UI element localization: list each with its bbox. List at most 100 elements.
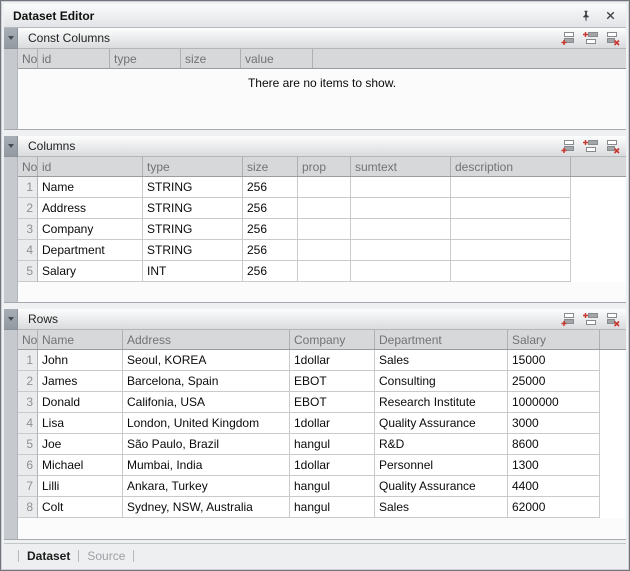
grid-cell[interactable]: EBOT [290,392,375,413]
grid-cell[interactable]: 256 [243,261,298,282]
grid-cell[interactable]: R&D [375,434,508,455]
row-number-cell[interactable]: 2 [18,198,38,219]
tab-separator [78,550,79,562]
insert-row-button[interactable] [582,31,599,46]
grid-cell[interactable]: Consulting [375,371,508,392]
row-number-cell[interactable]: 7 [18,476,38,497]
grid-cell[interactable] [451,261,571,282]
grid-cell[interactable] [298,177,351,198]
grid-cell[interactable]: Mumbai, India [123,455,290,476]
grid-cell[interactable]: 15000 [508,350,600,371]
grid-cell[interactable]: Michael [38,455,123,476]
grid-cell[interactable]: 256 [243,240,298,261]
pin-icon[interactable] [578,8,594,24]
row-number-cell[interactable]: 4 [18,240,38,261]
grid-cell[interactable] [298,198,351,219]
grid-cell[interactable]: Lilli [38,476,123,497]
grid-cell[interactable]: STRING [143,198,243,219]
delete-row-button[interactable] [604,312,621,327]
grid-cell[interactable] [451,219,571,240]
row-number-cell[interactable]: 1 [18,177,38,198]
delete-row-button[interactable] [604,139,621,154]
grid-cell[interactable]: James [38,371,123,392]
grid-cell[interactable]: INT [143,261,243,282]
add-row-button[interactable] [560,312,577,327]
row-number-cell[interactable]: 2 [18,371,38,392]
grid-cell[interactable] [298,261,351,282]
grid-cell[interactable]: STRING [143,219,243,240]
grid-cell[interactable]: Quality Assurance [375,413,508,434]
grid-cell[interactable]: Sales [375,350,508,371]
grid-cell[interactable]: Ankara, Turkey [123,476,290,497]
grid-cell[interactable]: London, United Kingdom [123,413,290,434]
grid-cell[interactable]: 8600 [508,434,600,455]
collapse-button[interactable] [4,309,18,330]
grid-cell[interactable]: 1dollar [290,350,375,371]
grid-cell[interactable]: 25000 [508,371,600,392]
row-number-cell[interactable]: 5 [18,261,38,282]
grid-cell[interactable]: EBOT [290,371,375,392]
grid-cell[interactable]: 4400 [508,476,600,497]
grid-cell[interactable]: hangul [290,476,375,497]
add-row-button[interactable] [560,139,577,154]
grid-cell[interactable]: Name [38,177,143,198]
grid-cell[interactable]: Quality Assurance [375,476,508,497]
grid-cell[interactable] [451,177,571,198]
grid-cell[interactable]: John [38,350,123,371]
grid-cell[interactable]: Sydney, NSW, Australia [123,497,290,518]
close-icon[interactable] [602,8,618,24]
grid-cell[interactable]: Personnel [375,455,508,476]
grid-cell[interactable]: Donald [38,392,123,413]
tab-source[interactable]: Source [87,549,125,563]
grid-cell[interactable]: Colt [38,497,123,518]
grid-cell[interactable] [351,177,451,198]
grid-cell[interactable]: STRING [143,177,243,198]
row-number-cell[interactable]: 4 [18,413,38,434]
grid-cell[interactable] [451,198,571,219]
grid-cell[interactable]: 256 [243,219,298,240]
row-number-cell[interactable]: 3 [18,392,38,413]
grid-cell[interactable]: 1dollar [290,455,375,476]
insert-row-button[interactable] [582,139,599,154]
row-number-cell[interactable]: 3 [18,219,38,240]
grid-cell[interactable]: STRING [143,240,243,261]
grid-cell[interactable]: Department [38,240,143,261]
grid-cell[interactable] [351,240,451,261]
grid-cell[interactable]: Seoul, KOREA [123,350,290,371]
grid-cell[interactable]: hangul [290,434,375,455]
grid-cell[interactable]: 62000 [508,497,600,518]
collapse-button[interactable] [4,136,18,157]
grid-cell[interactable] [298,240,351,261]
grid-cell[interactable]: 256 [243,177,298,198]
tab-dataset[interactable]: Dataset [27,549,70,563]
grid-cell[interactable] [351,261,451,282]
add-row-button[interactable] [560,31,577,46]
grid-cell[interactable]: 1dollar [290,413,375,434]
grid-cell[interactable]: Sales [375,497,508,518]
grid-cell[interactable]: Lisa [38,413,123,434]
row-number-cell[interactable]: 8 [18,497,38,518]
grid-cell[interactable] [351,219,451,240]
grid-cell[interactable]: hangul [290,497,375,518]
grid-cell[interactable]: Barcelona, Spain [123,371,290,392]
collapse-button[interactable] [4,28,18,49]
grid-cell[interactable]: Company [38,219,143,240]
grid-cell[interactable]: São Paulo, Brazil [123,434,290,455]
row-number-cell[interactable]: 6 [18,455,38,476]
grid-cell[interactable]: 256 [243,198,298,219]
grid-cell[interactable]: Salary [38,261,143,282]
grid-cell[interactable] [451,240,571,261]
grid-cell[interactable]: Califonia, USA [123,392,290,413]
grid-cell[interactable]: 3000 [508,413,600,434]
grid-cell[interactable] [351,198,451,219]
grid-cell[interactable]: 1300 [508,455,600,476]
grid-cell[interactable]: Research Institute [375,392,508,413]
grid-cell[interactable]: Joe [38,434,123,455]
delete-row-button[interactable] [604,31,621,46]
row-number-cell[interactable]: 5 [18,434,38,455]
insert-row-button[interactable] [582,312,599,327]
grid-cell[interactable] [298,219,351,240]
row-number-cell[interactable]: 1 [18,350,38,371]
grid-cell[interactable]: 1000000 [508,392,600,413]
grid-cell[interactable]: Address [38,198,143,219]
